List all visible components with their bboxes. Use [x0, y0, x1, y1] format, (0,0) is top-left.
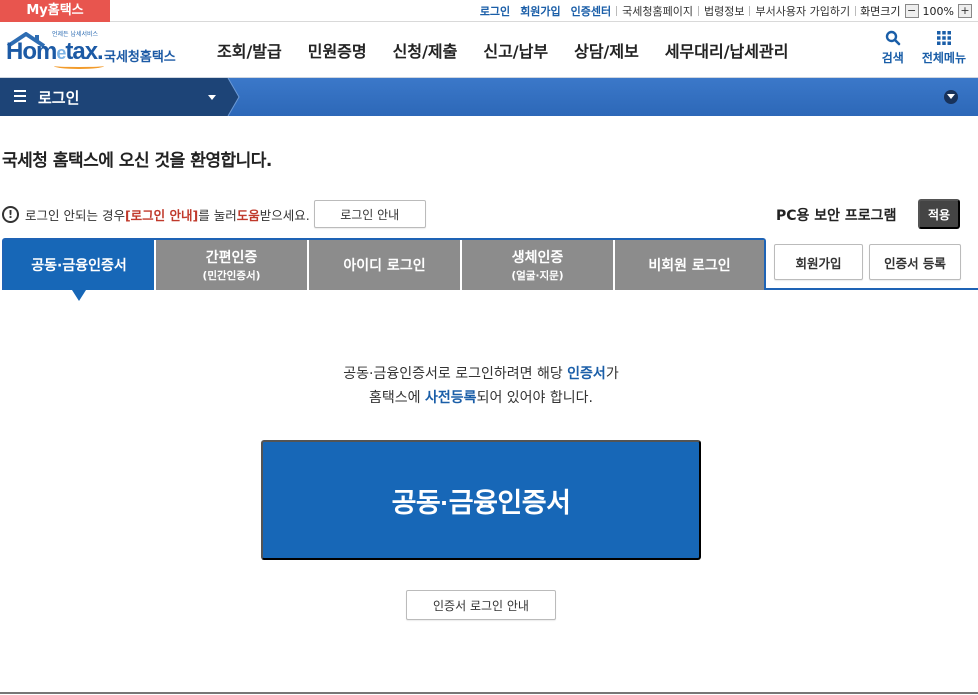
desc-text: 공동·금융인증서로 로그인하려면 해당 [343, 366, 568, 382]
joint-financial-cert-login-button[interactable]: 공동·금융인증서 [261, 440, 701, 560]
hamburger-icon [14, 90, 26, 102]
nav-item-certificates[interactable]: 민원증명 [308, 38, 367, 62]
tab-sublabel: (얼굴·지문) [511, 270, 564, 282]
tab-simple-auth[interactable]: 간편인증 (민간인증서) [156, 240, 309, 290]
util-link-login[interactable]: 로그인 [475, 3, 515, 19]
description-line-1: 공동·금융인증서로 로그인하려면 해당 인증서가 [0, 362, 962, 386]
all-menu-label: 전체메뉴 [921, 51, 966, 65]
bottom-divider [0, 692, 978, 694]
tab-label: 생체인증 [511, 250, 564, 266]
site-header: 언제든 납세서비스 Hometax. 국세청홈택스 조회/발급 민원증명 신청/… [0, 22, 978, 78]
apply-button[interactable]: 적용 [918, 199, 960, 229]
search-icon [885, 30, 901, 46]
logo-org-name: 국세청홈택스 [104, 50, 176, 65]
header-icons: 검색 전체메뉴 [882, 30, 966, 66]
grid-menu-icon [936, 31, 951, 45]
utility-links: 로그인 회원가입 인증센터 국세청홈페이지 법령정보 부서사용자 가입하기 화면… [475, 0, 972, 22]
logo-brand-e: e [56, 43, 66, 63]
logo-swoosh [54, 63, 104, 69]
tab-label: 간편인증 [205, 250, 258, 266]
expand-circle-icon[interactable] [944, 90, 958, 104]
desc-highlight: 인증서 [567, 366, 606, 382]
join-button[interactable]: 회원가입 [774, 244, 863, 280]
main-navigation: 조회/발급 민원증명 신청/제출 신고/납부 상담/제보 세무대리/납세관리 [204, 22, 801, 78]
tab-biometric[interactable]: 생체인증 (얼굴·지문) [462, 240, 615, 290]
page-title: 국세청 홈택스에 오신 것을 환영합니다. [2, 151, 272, 171]
screen-size-control: 화면크기 − 100% + [856, 3, 972, 19]
zoom-in-button[interactable]: + [958, 4, 972, 18]
tab-non-member-login[interactable]: 비회원 로그인 [615, 240, 764, 290]
login-method-tabs: 공동·금융인증서 간편인증 (민간인증서) 아이디 로그인 생체인증 (얼굴·지… [2, 238, 766, 301]
notice-text-link: [로그인 안내] [124, 207, 199, 223]
location-bar: 로그인 [0, 78, 978, 116]
top-utility-bar: My홈택스 로그인 회원가입 인증센터 국세청홈페이지 법령정보 부서사용자 가… [0, 0, 978, 22]
my-hometax-link[interactable]: My홈택스 [0, 0, 110, 22]
util-link-law-info[interactable]: 법령정보 [699, 3, 749, 19]
pc-security-label: PC용 보안 프로그램 [776, 208, 897, 224]
search-label: 검색 [881, 51, 904, 65]
notice-text-post: 받으세요. [259, 207, 310, 223]
tab-label: 공동·금융인증서 [31, 258, 127, 274]
logo-brand: Hometax. [6, 38, 104, 66]
all-menu-button[interactable]: 전체메뉴 [922, 30, 966, 66]
tab-underline [766, 288, 978, 290]
zoom-out-button[interactable]: − [904, 4, 919, 18]
notice-text-mid: 를 눌러 [198, 207, 237, 223]
util-link-join[interactable]: 회원가입 [515, 3, 565, 19]
exclamation-icon: ! [2, 205, 19, 223]
tab-label: 비회원 로그인 [648, 258, 731, 274]
location-current-menu[interactable]: 로그인 [0, 78, 240, 116]
hometax-logo[interactable]: 언제든 납세서비스 Hometax. 국세청홈택스 [2, 28, 187, 72]
zoom-value: 100% [922, 4, 954, 18]
cert-login-description: 공동·금융인증서로 로그인하려면 해당 인증서가 홈택스에 사전등록되어 있어야… [0, 362, 962, 410]
cert-login-guide-button[interactable]: 인증서 로그인 안내 [406, 590, 556, 620]
logo-brand-part: tax. [65, 38, 103, 65]
util-link-cert-center[interactable]: 인증센터 [566, 3, 616, 19]
nav-item-consult[interactable]: 상담/제보 [574, 38, 639, 62]
login-guide-button[interactable]: 로그인 안내 [313, 200, 426, 228]
tab-label: 아이디 로그인 [343, 258, 426, 274]
tab-joint-financial-cert[interactable]: 공동·금융인증서 [4, 240, 156, 301]
logo-tagline: 언제든 납세서비스 [52, 31, 99, 38]
screen-size-label: 화면크기 [860, 5, 901, 18]
nav-item-apply[interactable]: 신청/제출 [393, 38, 458, 62]
desc-text: 홈택스에 [369, 390, 426, 406]
desc-highlight: 사전등록 [425, 390, 477, 406]
description-line-2: 홈택스에 사전등록되어 있어야 합니다. [0, 386, 962, 410]
util-link-dept-user-join[interactable]: 부서사용자 가입하기 [750, 3, 855, 19]
logo-brand-part: Hom [6, 38, 57, 65]
location-arrow-bg [0, 78, 240, 116]
notice-text-pre: 로그인 안되는 경우 [25, 207, 125, 223]
cert-register-button[interactable]: 인증서 등록 [869, 244, 961, 280]
nav-item-report-pay[interactable]: 신고/납부 [483, 38, 548, 62]
desc-text: 되어 있어야 합니다. [476, 390, 593, 406]
login-help-notice: ! 로그인 안되는 경우 [로그인 안내] 를 눌러 도움 받으세요. 로그인 … [2, 200, 426, 228]
notice-text-help: 도움 [236, 207, 260, 223]
util-link-nts-homepage[interactable]: 국세청홈페이지 [617, 3, 698, 19]
location-label: 로그인 [38, 89, 80, 107]
nav-item-inquiry[interactable]: 조회/발급 [217, 38, 282, 62]
nav-item-tax-agent[interactable]: 세무대리/납세관리 [665, 38, 789, 62]
tab-sublabel: (민간인증서) [202, 270, 261, 282]
tab-id-login[interactable]: 아이디 로그인 [309, 240, 462, 290]
search-button[interactable]: 검색 [882, 30, 904, 66]
chevron-down-icon [208, 95, 216, 100]
desc-text: 가 [605, 366, 619, 382]
